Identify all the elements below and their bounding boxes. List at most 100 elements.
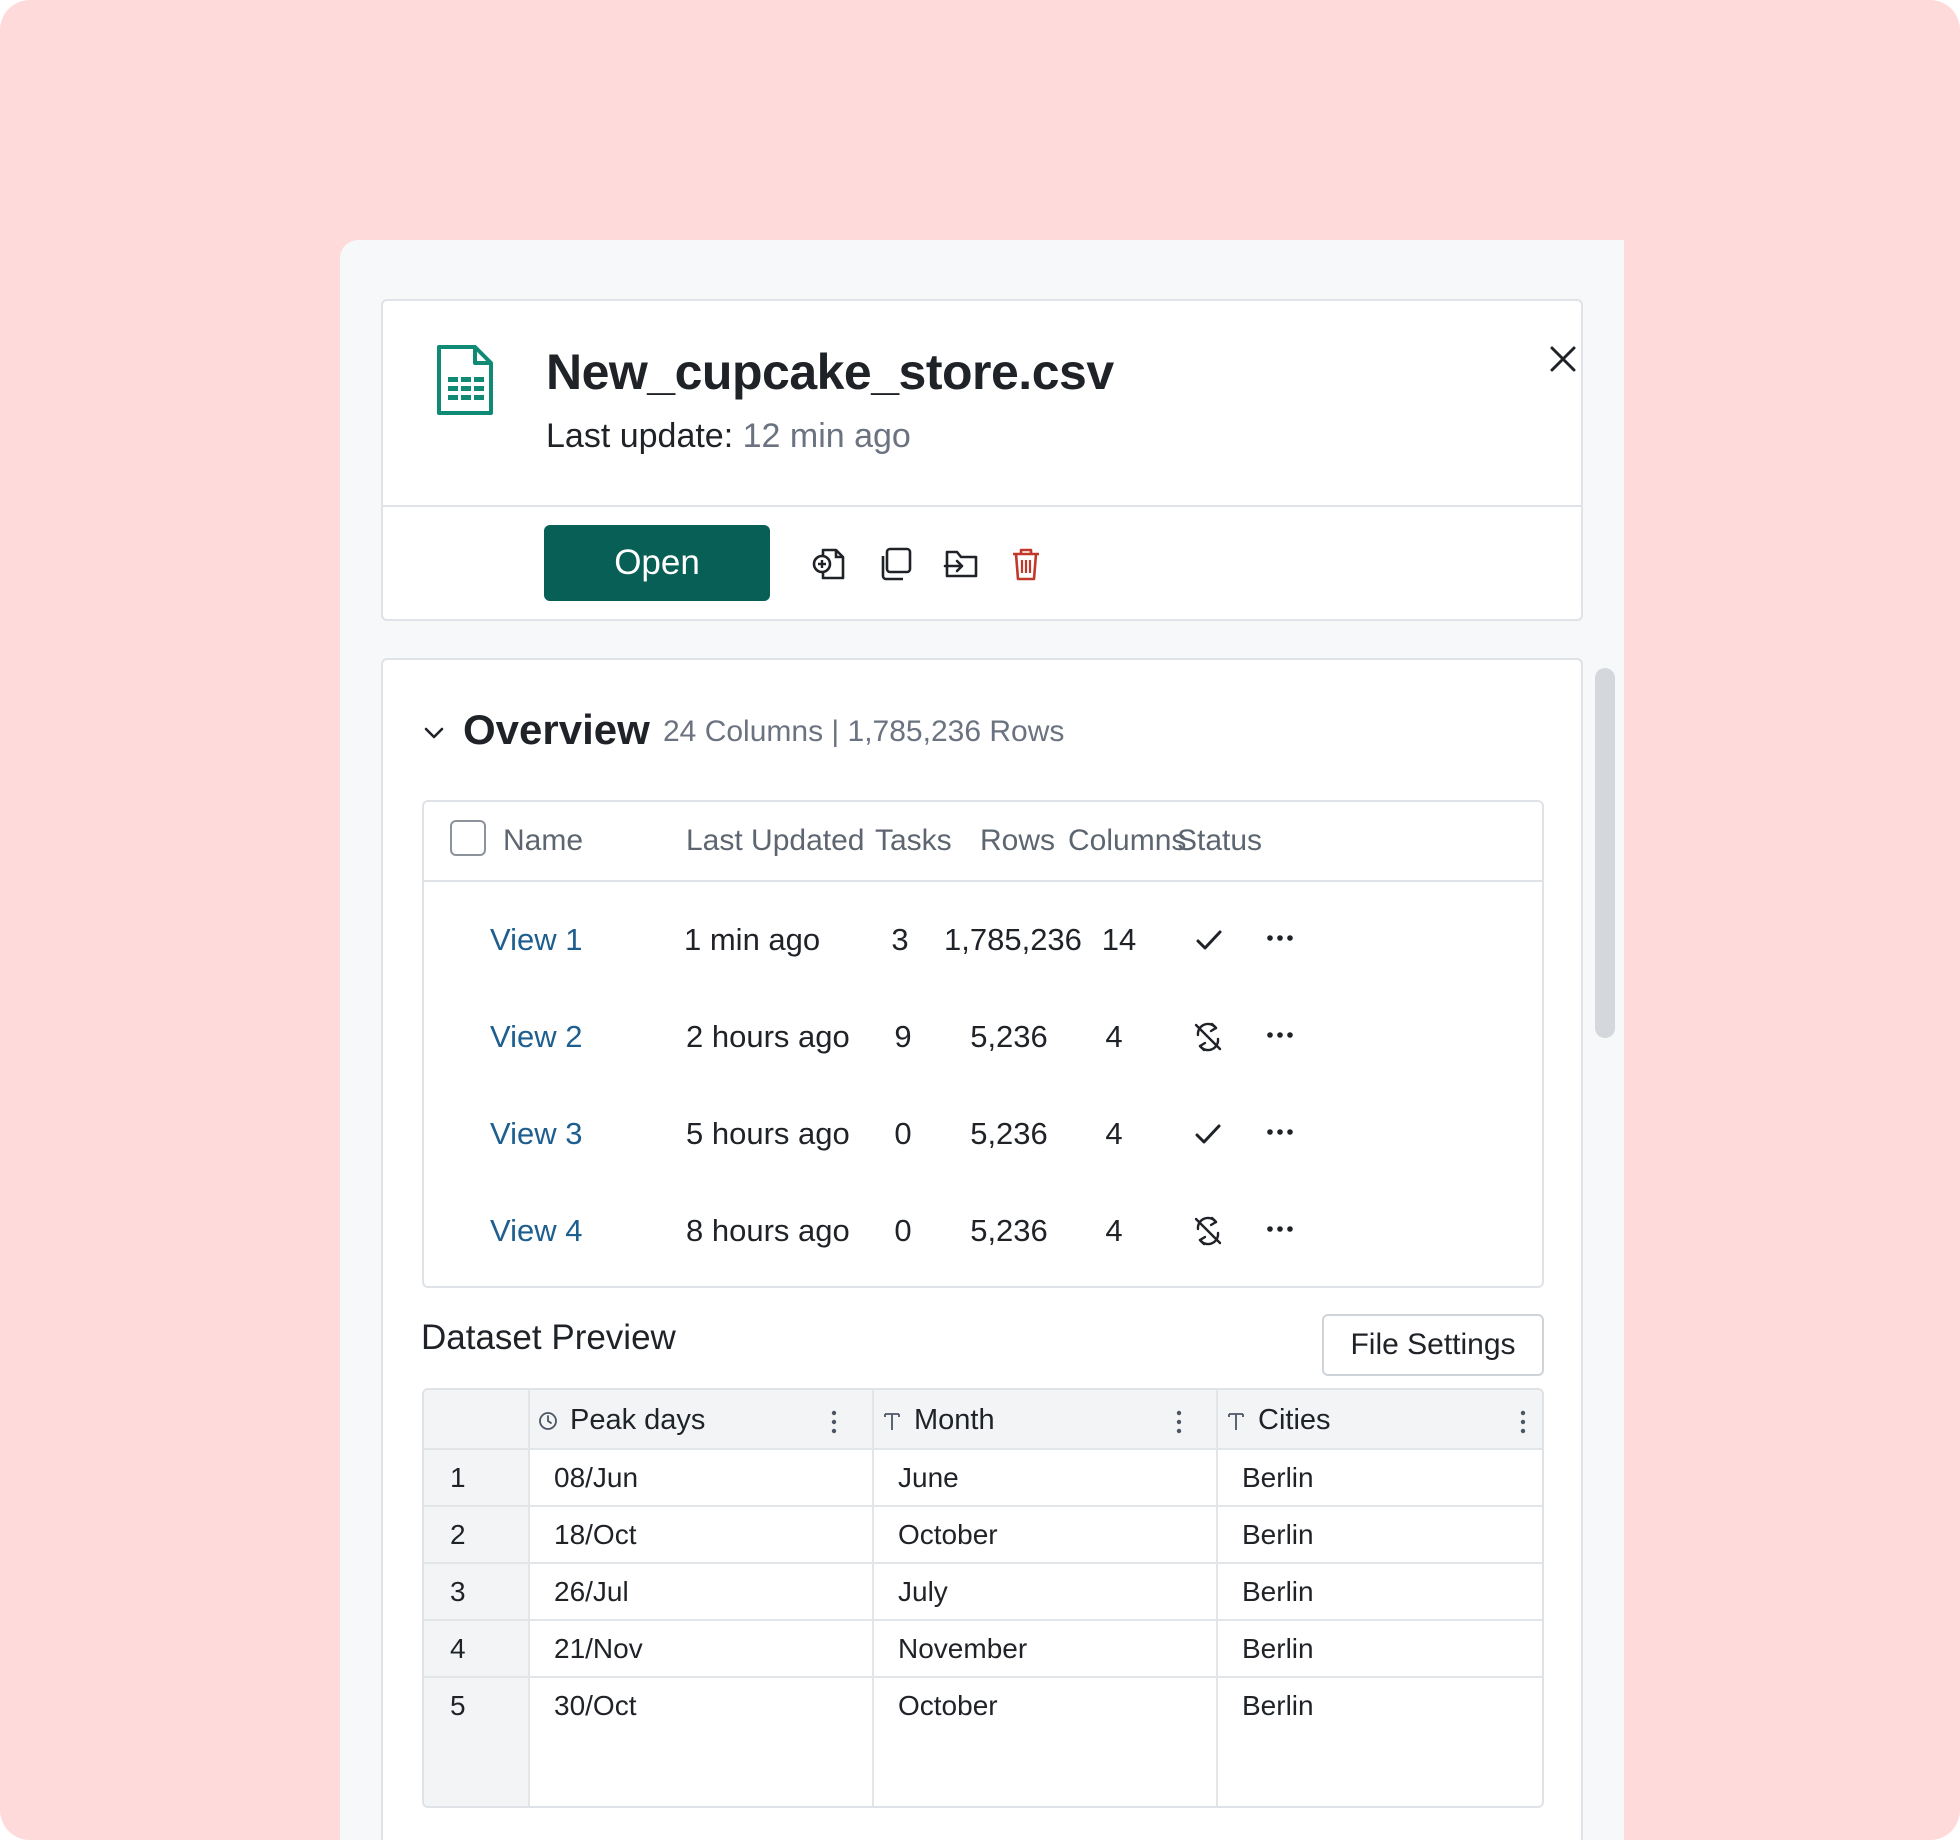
column-menu-icon[interactable] [829, 1408, 839, 1436]
cell-city[interactable]: Berlin [1242, 1576, 1314, 1608]
chevron-down-icon[interactable] [421, 720, 447, 746]
check-icon [1195, 1124, 1221, 1144]
col-header-status: Status [1177, 824, 1263, 857]
cell-peak-days[interactable]: 18/Oct [554, 1519, 636, 1551]
view-tasks: 0 [894, 1213, 912, 1248]
spreadsheet-file-icon [437, 345, 493, 415]
view-rows: 5,236 [970, 1213, 1048, 1248]
trash-icon[interactable] [1007, 545, 1045, 583]
more-options-icon[interactable] [1262, 1217, 1298, 1241]
row-index: 1 [450, 1462, 466, 1493]
select-all-checkbox[interactable] [450, 820, 486, 856]
table-row: View 2 2 hours ago 9 5,236 4 [424, 991, 1542, 1087]
add-file-icon[interactable] [811, 545, 849, 583]
column-header-label: Peak days [570, 1404, 706, 1436]
cell-month[interactable]: October [898, 1690, 998, 1722]
overview-meta: 24 Columns | 1,785,236 Rows [663, 715, 1065, 748]
view-last-updated: 1 min ago [684, 922, 821, 957]
col-header-columns: Columns [1068, 824, 1187, 857]
cell-month[interactable]: July [898, 1576, 948, 1608]
view-rows: 5,236 [970, 1019, 1048, 1054]
cell-peak-days[interactable]: 21/Nov [554, 1633, 643, 1665]
view-last-updated: 5 hours ago [686, 1116, 850, 1151]
more-options-icon[interactable] [1262, 1023, 1298, 1047]
close-icon[interactable] [1543, 339, 1583, 379]
view-columns: 4 [1105, 1213, 1123, 1248]
column-header-cities[interactable]: Cities [1224, 1404, 1331, 1437]
dataset-preview-title: Dataset Preview [421, 1318, 676, 1357]
check-icon [1196, 930, 1222, 950]
dataset-preview-grid: Peak days Month Cities 1 08/Jun June Ber… [422, 1388, 1544, 1808]
col-header-tasks: Tasks [875, 824, 952, 857]
table-row: View 3 5 hours ago 0 5,236 4 [424, 1088, 1542, 1184]
column-header-label: Cities [1258, 1404, 1331, 1436]
clock-icon [539, 1411, 557, 1430]
row-index: 5 [450, 1690, 466, 1721]
view-tasks: 0 [894, 1116, 912, 1151]
column-menu-icon[interactable] [1518, 1408, 1528, 1436]
header-divider [424, 880, 1542, 882]
view-name-link[interactable]: View 2 [490, 1019, 583, 1055]
table-row: View 4 8 hours ago 0 5,236 4 [424, 1185, 1542, 1281]
more-options-icon[interactable] [1262, 1120, 1298, 1144]
cell-city[interactable]: Berlin [1242, 1690, 1314, 1722]
cell-month[interactable]: November [898, 1633, 1027, 1665]
last-update: Last update: 12 min ago [546, 417, 911, 456]
cell-city[interactable]: Berlin [1242, 1519, 1314, 1551]
table-row: 1 08/Jun June Berlin [424, 1450, 1542, 1507]
view-last-updated: 8 hours ago [686, 1213, 850, 1248]
header-divider [383, 505, 1581, 507]
file-details-panel: New_cupcake_store.csv Last update: 12 mi… [340, 240, 1624, 1840]
sync-off-icon [1194, 1216, 1222, 1246]
last-update-value: 12 min ago [742, 417, 911, 455]
view-last-updated: 2 hours ago [686, 1019, 850, 1054]
move-to-folder-icon[interactable] [942, 545, 980, 583]
page-background: New_cupcake_store.csv Last update: 12 mi… [0, 0, 1960, 1840]
file-title: New_cupcake_store.csv [546, 344, 1114, 400]
cell-city[interactable]: Berlin [1242, 1462, 1314, 1494]
open-button[interactable]: Open [544, 525, 770, 601]
file-settings-button[interactable]: File Settings [1322, 1314, 1544, 1376]
cell-peak-days[interactable]: 30/Oct [554, 1690, 636, 1722]
view-columns: 4 [1105, 1116, 1123, 1151]
cell-peak-days[interactable]: 08/Jun [554, 1462, 638, 1494]
text-type-icon [1228, 1412, 1244, 1430]
row-index: 4 [450, 1633, 466, 1664]
scrollbar-thumb[interactable] [1595, 668, 1615, 1038]
view-name-link[interactable]: View 3 [490, 1116, 583, 1152]
cell-month[interactable]: June [898, 1462, 959, 1494]
view-rows: 1,785,236 [944, 922, 1082, 957]
table-row: View 1 1 min ago 3 1,785,236 14 [424, 894, 1542, 990]
view-name-link[interactable]: View 4 [490, 1213, 583, 1249]
view-columns: 14 [1101, 922, 1137, 957]
col-header-name: Name [503, 824, 584, 857]
view-tasks: 3 [891, 922, 909, 957]
column-menu-icon[interactable] [1174, 1408, 1184, 1436]
sync-off-icon [1194, 1022, 1222, 1052]
cell-peak-days[interactable]: 26/Jul [554, 1576, 629, 1608]
column-header-peak-days[interactable]: Peak days [536, 1404, 705, 1437]
more-options-icon[interactable] [1262, 926, 1298, 950]
file-header-card: New_cupcake_store.csv Last update: 12 mi… [381, 299, 1583, 621]
views-table: Name Last Updated Tasks Rows Columns Sta… [422, 800, 1544, 1288]
table-row: 5 30/Oct October Berlin [424, 1678, 1542, 1735]
overview-title: Overview [463, 706, 650, 753]
view-name-link[interactable]: View 1 [490, 922, 583, 958]
view-rows: 5,236 [970, 1116, 1048, 1151]
column-header-month[interactable]: Month [880, 1404, 995, 1437]
table-row: 2 18/Oct October Berlin [424, 1507, 1542, 1564]
column-header-label: Month [914, 1404, 995, 1436]
col-header-rows: Rows [980, 824, 1056, 857]
text-type-icon [884, 1412, 900, 1430]
grid-body: 1 08/Jun June Berlin 2 18/Oct October Be… [424, 1450, 1542, 1806]
view-columns: 4 [1105, 1019, 1123, 1054]
row-index: 3 [450, 1576, 466, 1607]
overview-card: Overview 24 Columns | 1,785,236 Rows Nam… [381, 658, 1583, 1840]
table-row: 3 26/Jul July Berlin [424, 1564, 1542, 1621]
view-tasks: 9 [894, 1019, 912, 1054]
col-header-last-updated: Last Updated [686, 824, 865, 857]
cell-month[interactable]: October [898, 1519, 998, 1551]
cell-city[interactable]: Berlin [1242, 1633, 1314, 1665]
row-index: 2 [450, 1519, 466, 1550]
duplicate-icon[interactable] [876, 545, 914, 583]
